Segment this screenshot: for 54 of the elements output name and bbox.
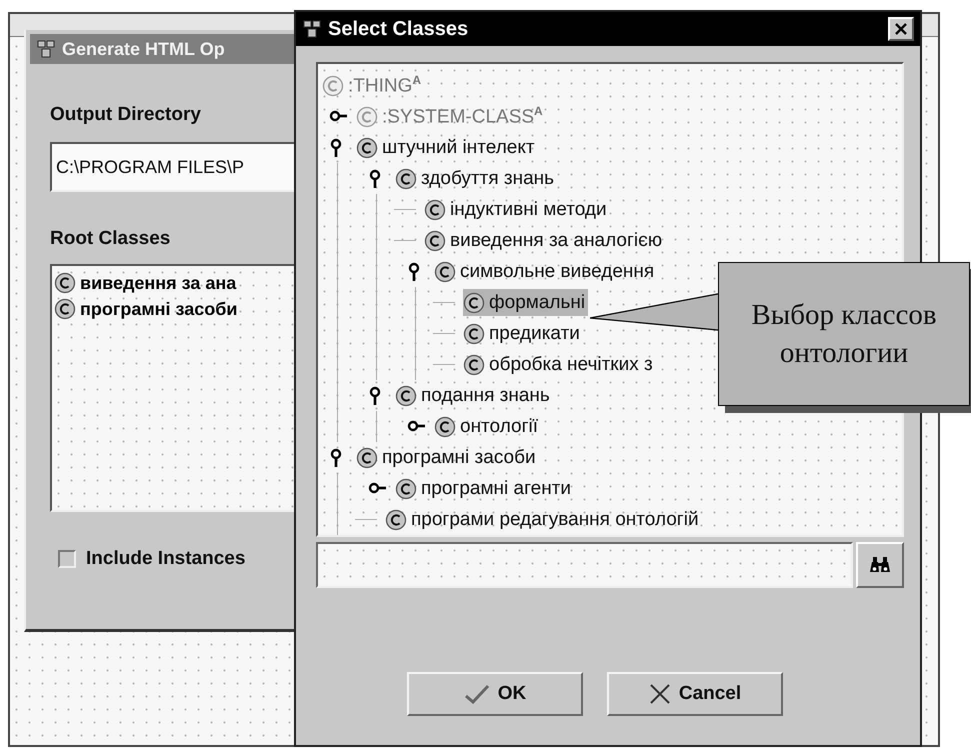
tree-item[interactable]: індуктивні методи	[424, 196, 610, 223]
class-icon	[54, 272, 76, 294]
close-icon	[894, 22, 908, 36]
check-icon	[464, 684, 490, 704]
directory-field[interactable]: C:\PROGRAM FILES\P	[50, 142, 296, 192]
class-icon	[463, 322, 485, 344]
list-item[interactable]: програмні засоби	[54, 296, 296, 322]
tree-item[interactable]: виведення за аналогією	[424, 227, 666, 254]
class-icon	[54, 298, 76, 320]
close-button[interactable]	[888, 17, 914, 41]
checkbox[interactable]	[58, 550, 76, 568]
tree-item[interactable]: штучний інтелект	[356, 134, 538, 161]
find-button[interactable]	[856, 542, 904, 588]
list-item[interactable]: виведення за ана	[54, 270, 296, 296]
tree-item[interactable]: обробка нечітких з	[463, 351, 656, 378]
tree-item[interactable]: онтології	[434, 413, 541, 440]
tree-item[interactable]: формальні	[463, 289, 588, 316]
ok-button[interactable]: OK	[407, 672, 583, 716]
class-icon	[395, 478, 417, 500]
class-icon	[434, 260, 456, 282]
class-icon	[395, 384, 417, 406]
blocks-icon	[302, 19, 322, 39]
class-icon	[356, 106, 378, 128]
root-classes-list[interactable]: виведення за ана програмні засоби	[50, 264, 296, 512]
callout-text: Выбор классов онтологии	[750, 298, 938, 371]
field-label: Output Directory	[50, 104, 202, 127]
tree-item[interactable]: здобуття знань	[395, 165, 558, 192]
binoculars-icon	[869, 556, 891, 574]
class-icon	[322, 74, 344, 96]
tree-item[interactable]: програмні агенти	[395, 475, 574, 502]
tree-item[interactable]: подання знань	[395, 382, 553, 409]
class-icon	[463, 292, 485, 314]
class-icon	[395, 168, 417, 190]
list-label: Root Classes	[50, 228, 172, 251]
dialog-title: Generate HTML Op	[62, 38, 225, 60]
cancel-button[interactable]: Cancel	[607, 672, 783, 716]
tree-item[interactable]: програми редагування онтологій	[385, 506, 702, 533]
tree-item[interactable]: :THING$^{A}$	[322, 72, 424, 99]
class-icon	[356, 136, 378, 158]
blocks-icon	[36, 39, 56, 59]
checkbox-label: Include Instances	[86, 548, 246, 570]
class-icon	[356, 446, 378, 468]
class-icon	[463, 354, 485, 376]
tree-item[interactable]: програмні засоби	[356, 444, 539, 471]
tree-item[interactable]: символьне виведення	[434, 258, 658, 285]
class-icon	[424, 198, 446, 220]
class-icon	[424, 230, 446, 252]
dialog-title: Select Classes	[328, 18, 470, 40]
class-icon	[385, 508, 407, 530]
cross-icon	[648, 684, 671, 704]
class-icon	[434, 416, 456, 438]
tree-item[interactable]: предикати	[463, 320, 583, 347]
search-field[interactable]	[316, 542, 853, 588]
tree-item[interactable]: :SYSTEM-CLASS$^{A}$	[356, 103, 546, 130]
